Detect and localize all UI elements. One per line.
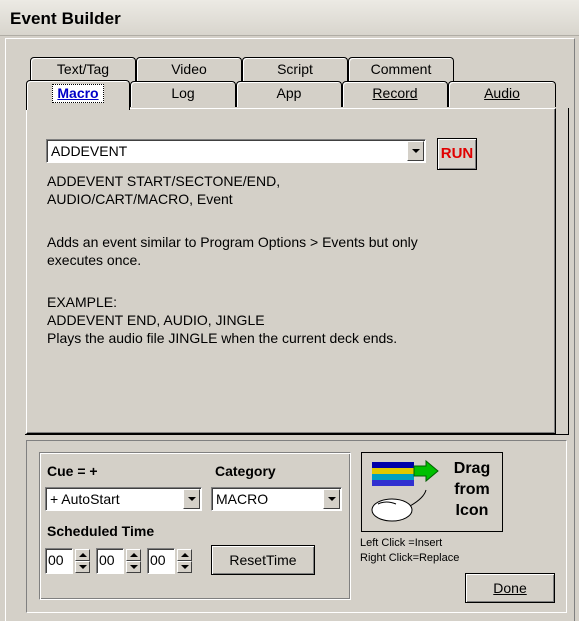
right-click-hint: Right Click=Replace <box>360 552 460 564</box>
macro-select[interactable]: ADDEVENT <box>46 139 426 163</box>
event-drag-icon[interactable] <box>364 454 444 532</box>
chevron-down-icon[interactable] <box>407 141 424 161</box>
cue-label: Cue = + <box>47 463 98 479</box>
spin-up-icon[interactable] <box>75 549 90 561</box>
tab-log[interactable]: Log <box>130 81 236 107</box>
drag-source[interactable]: Drag from Icon <box>361 452 503 532</box>
tab-label: Text/Tag <box>56 61 110 77</box>
done-button[interactable]: Done <box>465 573 555 603</box>
tab-label: Video <box>171 61 207 77</box>
tab-audio[interactable]: Audio <box>448 81 556 107</box>
cue-select[interactable]: + AutoStart <box>45 487 202 511</box>
spin-up-icon[interactable] <box>177 549 192 561</box>
reset-time-button[interactable]: ResetTime <box>211 545 315 575</box>
hours-field[interactable]: 00 <box>45 548 73 574</box>
cue-select-value: + AutoStart <box>50 491 120 507</box>
chevron-down-icon[interactable] <box>183 489 200 509</box>
title-bar: Event Builder <box>0 0 579 36</box>
example-header: EXAMPLE: <box>47 294 118 310</box>
done-label: Done <box>493 580 527 596</box>
tab-label: App <box>276 85 302 101</box>
category-label: Category <box>215 463 276 479</box>
minutes-field[interactable]: 00 <box>96 548 124 574</box>
drag-label-line: Icon <box>455 502 489 519</box>
tab-label: Record <box>372 85 418 101</box>
tab-video[interactable]: Video <box>136 57 242 81</box>
tab-label: Log <box>171 85 195 101</box>
summary-line: executes once. <box>47 252 142 268</box>
drag-label-line: Drag <box>453 460 491 477</box>
example-line: ADDEVENT END, AUDIO, JINGLE <box>47 312 265 328</box>
chevron-down-icon[interactable] <box>323 489 340 509</box>
left-click-hint: Left Click =Insert <box>360 537 443 549</box>
spin-down-icon[interactable] <box>126 561 141 573</box>
tab-label: Macro <box>52 84 104 103</box>
minutes-stepper[interactable]: 00 <box>96 548 144 574</box>
tab-macro[interactable]: Macro <box>26 80 130 110</box>
hours-stepper[interactable]: 00 <box>45 548 93 574</box>
window-title: Event Builder <box>10 9 121 28</box>
seconds-stepper[interactable]: 00 <box>147 548 195 574</box>
category-select[interactable]: MACRO <box>211 487 342 511</box>
tab-label: Comment <box>370 61 432 77</box>
tab-label: Audio <box>484 85 520 101</box>
scheduled-time-label: Scheduled Time <box>47 523 155 539</box>
macro-summary: Adds an event similar to Program Options… <box>47 233 497 269</box>
summary-line: Adds an event similar to Program Options… <box>47 234 418 250</box>
run-button[interactable]: RUN <box>437 138 477 170</box>
syntax-line: ADDEVENT START/SECTONE/END, <box>47 173 281 189</box>
tab-record[interactable]: Record <box>342 81 448 107</box>
drag-label: Drag from Icon <box>444 458 500 521</box>
seconds-field[interactable]: 00 <box>147 548 175 574</box>
drag-label-line: from <box>454 481 490 498</box>
macro-syntax: ADDEVENT START/SECTONE/END, AUDIO/CART/M… <box>47 172 497 208</box>
macro-example: EXAMPLE: ADDEVENT END, AUDIO, JINGLE Pla… <box>47 293 497 347</box>
spin-down-icon[interactable] <box>177 561 192 573</box>
example-description: Plays the audio file JINGLE when the cur… <box>47 330 398 346</box>
tab-label: Script <box>277 61 313 77</box>
tab-text-tag[interactable]: Text/Tag <box>30 57 136 81</box>
tab-script[interactable]: Script <box>242 57 348 81</box>
tab-comment[interactable]: Comment <box>348 57 454 81</box>
spin-down-icon[interactable] <box>75 561 90 573</box>
macro-panel: ADDEVENT RUN ADDEVENT START/SECTONE/END,… <box>26 108 556 434</box>
spin-up-icon[interactable] <box>126 549 141 561</box>
syntax-line: AUDIO/CART/MACRO, Event <box>47 191 233 207</box>
category-select-value: MACRO <box>216 491 269 507</box>
tab-app[interactable]: App <box>236 81 342 107</box>
macro-select-value: ADDEVENT <box>51 143 128 159</box>
